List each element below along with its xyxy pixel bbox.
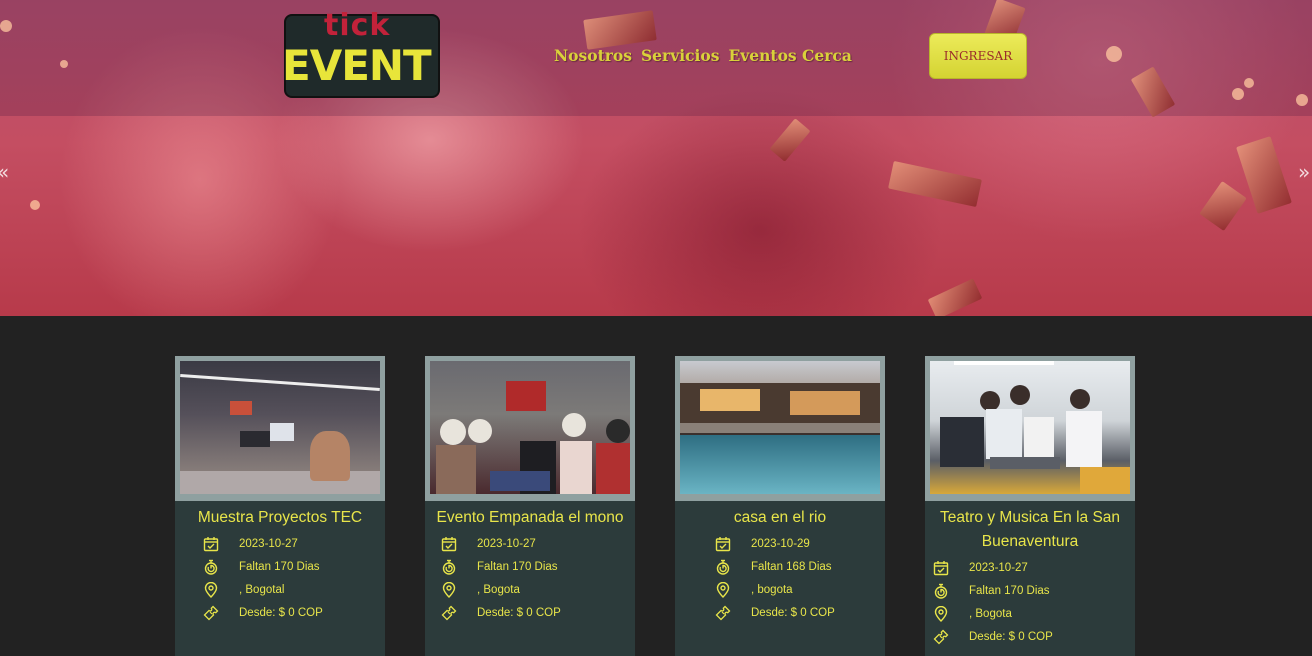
- site-logo[interactable]: tick EVENT: [282, 8, 440, 100]
- stopwatch-icon: [933, 583, 949, 599]
- calendar-check-icon: [203, 536, 219, 552]
- event-location-row: , Bogotal: [203, 580, 284, 600]
- map-pin-icon: [203, 582, 219, 598]
- event-card[interactable]: Muestra Proyectos TEC 2023-10-27 Faltan …: [175, 356, 385, 656]
- hero-banner: tick EVENT Nosotros Servicios Eventos Ce…: [0, 0, 1312, 316]
- event-title[interactable]: Evento Empanada el mono: [431, 506, 629, 530]
- event-remaining: Faltan 168 Dias: [751, 561, 832, 573]
- event-image: [180, 361, 380, 494]
- map-pin-icon: [715, 582, 731, 598]
- event-remaining-row: Faltan 170 Dias: [933, 581, 1050, 601]
- event-remaining: Faltan 170 Dias: [477, 561, 558, 573]
- confetti-decoration: [888, 160, 982, 208]
- event-location-row: , Bogota: [441, 580, 520, 600]
- nav-link-servicios[interactable]: Servicios: [641, 46, 720, 65]
- event-card[interactable]: Teatro y Musica En la San Buenaventura 2…: [925, 356, 1135, 656]
- event-location-row: , bogota: [715, 580, 793, 600]
- logo-tick-text: tick: [324, 8, 391, 43]
- event-card[interactable]: casa en el rio 2023-10-29 Faltan 168 Dia…: [675, 356, 885, 656]
- stopwatch-icon: [715, 559, 731, 575]
- bokeh-decoration: [60, 60, 68, 68]
- event-date-row: 2023-10-27: [203, 534, 298, 554]
- event-price-row: Desde: $ 0 COP: [441, 603, 561, 623]
- event-price-row: Desde: $ 0 COP: [203, 603, 323, 623]
- event-location: , Bogota: [969, 608, 1012, 620]
- bokeh-decoration: [1244, 78, 1254, 88]
- event-price: Desde: $ 0 COP: [751, 607, 835, 619]
- stopwatch-icon: [441, 559, 457, 575]
- event-price-row: Desde: $ 0 COP: [715, 603, 835, 623]
- event-remaining: Faltan 170 Dias: [239, 561, 320, 573]
- event-location: , bogota: [751, 584, 793, 596]
- event-location: , Bogota: [477, 584, 520, 596]
- event-title[interactable]: casa en el rio: [681, 506, 879, 530]
- event-image: [680, 361, 880, 494]
- event-image: [930, 361, 1130, 494]
- calendar-check-icon: [933, 560, 949, 576]
- event-title[interactable]: Muestra Proyectos TEC: [181, 506, 379, 530]
- event-date: 2023-10-29: [751, 538, 810, 550]
- logo-event-text: EVENT: [282, 41, 432, 90]
- ticket-icon: [203, 605, 219, 621]
- event-card[interactable]: Evento Empanada el mono 2023-10-27 Falta…: [425, 356, 635, 656]
- event-date-row: 2023-10-27: [933, 558, 1028, 578]
- ticket-icon: [933, 629, 949, 645]
- event-image: [430, 361, 630, 494]
- event-date: 2023-10-27: [969, 562, 1028, 574]
- map-pin-icon: [933, 606, 949, 622]
- event-remaining-row: Faltan 168 Dias: [715, 557, 832, 577]
- map-pin-icon: [441, 582, 457, 598]
- event-image-frame: [925, 356, 1135, 501]
- event-date: 2023-10-27: [477, 538, 536, 550]
- event-date: 2023-10-27: [239, 538, 298, 550]
- event-price: Desde: $ 0 COP: [477, 607, 561, 619]
- carousel-next-arrow[interactable]: »: [1298, 160, 1310, 184]
- event-remaining-row: Faltan 170 Dias: [203, 557, 320, 577]
- event-location: , Bogotal: [239, 584, 285, 596]
- calendar-check-icon: [441, 536, 457, 552]
- event-location-row: , Bogota: [933, 604, 1012, 624]
- carousel-prev-arrow[interactable]: «: [0, 160, 9, 184]
- confetti-decoration: [927, 278, 983, 316]
- confetti-decoration: [769, 118, 811, 162]
- event-date-row: 2023-10-27: [441, 534, 536, 554]
- event-image-frame: [425, 356, 635, 501]
- ticket-icon: [715, 605, 731, 621]
- event-price-row: Desde: $ 0 COP: [933, 627, 1053, 647]
- bokeh-decoration: [1106, 46, 1122, 62]
- bokeh-decoration: [1296, 94, 1308, 106]
- event-price: Desde: $ 0 COP: [239, 607, 323, 619]
- ticket-icon: [441, 605, 457, 621]
- confetti-decoration: [1236, 136, 1292, 214]
- calendar-check-icon: [715, 536, 731, 552]
- event-image-frame: [175, 356, 385, 501]
- event-date-row: 2023-10-29: [715, 534, 810, 554]
- event-title[interactable]: Teatro y Musica En la San Buenaventura: [931, 506, 1129, 554]
- event-remaining-row: Faltan 170 Dias: [441, 557, 558, 577]
- bokeh-decoration: [1232, 88, 1244, 100]
- stopwatch-icon: [203, 559, 219, 575]
- nav-link-eventos-cerca[interactable]: Eventos Cerca: [728, 46, 851, 65]
- event-image-frame: [675, 356, 885, 501]
- bokeh-decoration: [0, 20, 12, 32]
- login-button[interactable]: INGRESAR: [929, 33, 1027, 79]
- confetti-decoration: [1199, 181, 1247, 231]
- bokeh-decoration: [30, 200, 40, 210]
- event-price: Desde: $ 0 COP: [969, 631, 1053, 643]
- main-nav: Nosotros Servicios Eventos Cerca: [554, 46, 852, 65]
- nav-link-nosotros[interactable]: Nosotros: [554, 46, 632, 65]
- event-remaining: Faltan 170 Dias: [969, 585, 1050, 597]
